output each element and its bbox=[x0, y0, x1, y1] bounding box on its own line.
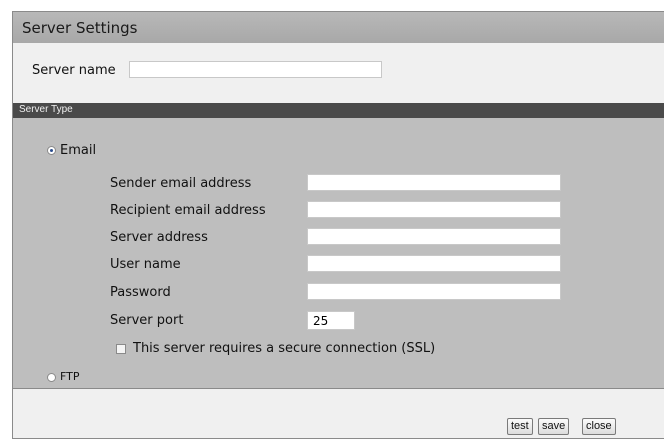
sender-email-input[interactable] bbox=[307, 174, 561, 191]
server-port-label: Server port bbox=[110, 313, 184, 328]
ftp-radio[interactable] bbox=[47, 373, 56, 382]
server-address-label: Server address bbox=[110, 230, 208, 245]
server-settings-dialog: Server Settings Server name Server Type … bbox=[12, 11, 664, 439]
recipient-email-input[interactable] bbox=[307, 201, 561, 218]
password-input[interactable] bbox=[307, 283, 561, 300]
email-radio-label[interactable]: Email bbox=[60, 143, 96, 158]
ssl-checkbox[interactable] bbox=[116, 344, 126, 354]
save-button[interactable]: save bbox=[538, 418, 570, 435]
server-address-input[interactable] bbox=[307, 228, 561, 245]
email-radio[interactable] bbox=[47, 146, 56, 155]
recipient-email-label: Recipient email address bbox=[110, 203, 266, 218]
server-name-section: Server name bbox=[13, 43, 664, 103]
close-button[interactable]: close bbox=[582, 418, 616, 435]
user-name-label: User name bbox=[110, 257, 181, 272]
server-name-input[interactable] bbox=[129, 61, 382, 78]
server-name-label: Server name bbox=[32, 63, 116, 78]
ssl-checkbox-label[interactable]: This server requires a secure connection… bbox=[133, 341, 435, 356]
title-bar: Server Settings bbox=[13, 12, 664, 43]
dialog-footer: test save close bbox=[13, 389, 664, 438]
ftp-radio-label[interactable]: FTP bbox=[60, 370, 80, 383]
server-port-input[interactable] bbox=[307, 311, 355, 330]
server-type-title: Server Type bbox=[19, 104, 73, 115]
server-type-header: Server Type bbox=[13, 103, 664, 118]
test-button[interactable]: test bbox=[507, 418, 533, 435]
user-name-input[interactable] bbox=[307, 255, 561, 272]
server-type-panel: Email Sender email address Recipient ema… bbox=[13, 118, 664, 389]
sender-email-label: Sender email address bbox=[110, 176, 252, 191]
password-label: Password bbox=[110, 285, 171, 300]
dialog-title: Server Settings bbox=[22, 19, 138, 37]
